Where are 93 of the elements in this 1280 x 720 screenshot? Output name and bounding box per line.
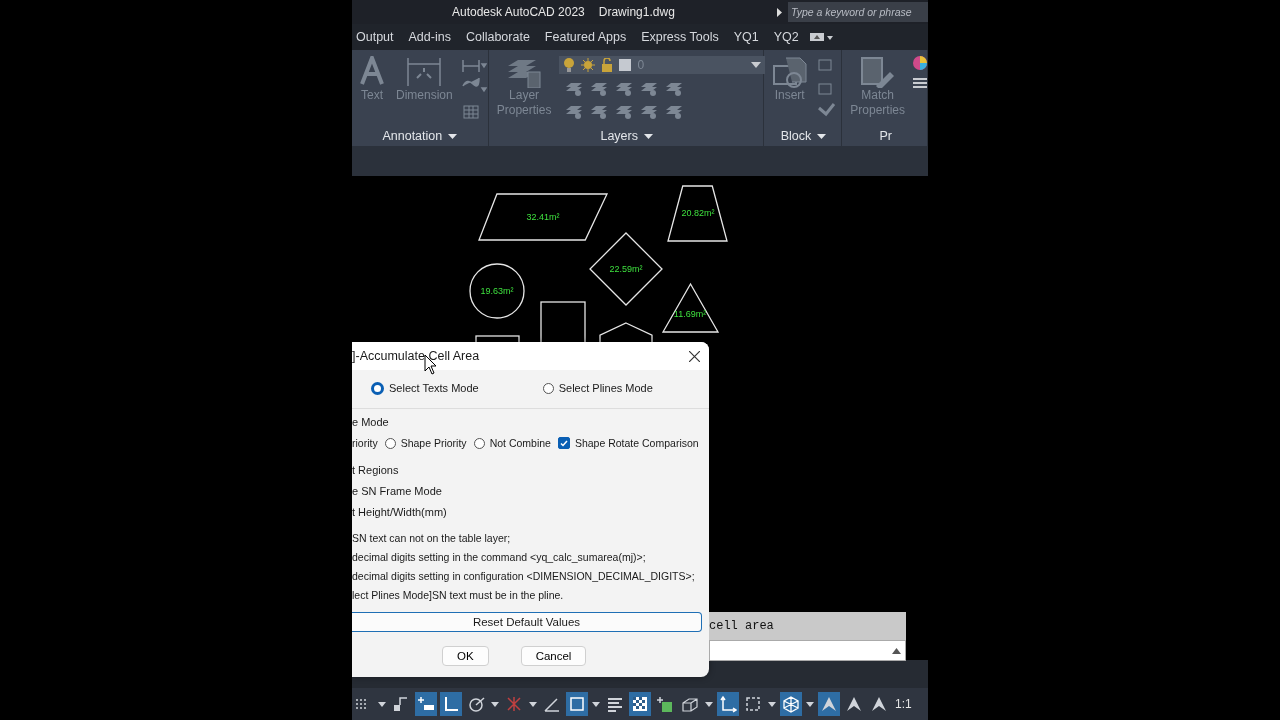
- setting-label: e SN Frame Mode: [352, 483, 443, 499]
- caret-icon: [643, 133, 653, 139]
- expand-icon: [776, 7, 783, 17]
- dashed-box-icon: [744, 695, 762, 713]
- app-title: Autodesk AutoCAD 2023: [452, 5, 585, 19]
- area-label: 11.69m²: [673, 309, 707, 319]
- snap-icon: [392, 695, 410, 713]
- circle-outline: [469, 263, 525, 319]
- lineweight-icon: [606, 695, 624, 713]
- status-toggle[interactable]: [780, 692, 802, 716]
- setting-label: t Regions: [352, 462, 400, 478]
- reset-button[interactable]: Reset Default Values: [352, 612, 702, 632]
- radio-button[interactable]: [384, 437, 396, 449]
- ribbon-tab[interactable]: Featured Apps: [540, 30, 638, 44]
- area-label: 32.41m²: [526, 212, 560, 222]
- mode-radio[interactable]: Select Texts Mode: [371, 381, 479, 395]
- note-text: decimal digits setting in configuration <DIMENSION_DECIMAL_DIGITS>;: [352, 568, 696, 584]
- color-wheel-icon: [913, 56, 927, 70]
- command-input[interactable]: [709, 640, 906, 661]
- bulb-icon: [563, 58, 576, 72]
- combine-radio[interactable]: Shape Priority: [384, 437, 467, 449]
- expand-up-icon: [892, 647, 901, 654]
- sun-icon: [581, 58, 596, 72]
- tool-icon: [358, 56, 386, 88]
- area-label: 19.63m²: [480, 286, 514, 296]
- caret-icon: [768, 701, 776, 707]
- caret-icon: [817, 133, 827, 139]
- caret-icon: [529, 701, 537, 707]
- radio-button[interactable]: [542, 382, 554, 394]
- tool-icon: [405, 56, 444, 88]
- annotation-icon: [870, 695, 888, 713]
- axes-icon: [719, 695, 737, 713]
- option-label: riority: [352, 437, 378, 449]
- note-text: decimal digits setting in the command <yq_calc_sumarea(mj)>;: [352, 549, 647, 565]
- ribbon-tab[interactable]: Express Tools: [637, 30, 730, 44]
- caret-icon: [491, 701, 499, 707]
- ribbon-tab[interactable]: Output: [352, 30, 405, 44]
- note-text: SN text can not on the table layer;: [352, 530, 512, 546]
- search-field[interactable]: Type a keyword or phrase: [788, 2, 928, 22]
- status-toggle[interactable]: [440, 692, 462, 716]
- ortho-icon: [442, 695, 460, 713]
- caret-icon: [592, 701, 600, 707]
- caret-icon: [806, 701, 814, 707]
- trapezoid-outline: [667, 185, 728, 242]
- status-toggle[interactable]: [566, 692, 588, 716]
- note-text: lect Plines Mode]SN text must be in the pline.: [352, 587, 565, 603]
- ribbon-tab[interactable]: Collaborate: [461, 30, 541, 44]
- area-label: 22.59m²: [609, 264, 643, 274]
- angle-icon: [543, 695, 561, 713]
- selection-icon: [656, 695, 674, 713]
- option-checkbox[interactable]: Shape Rotate Comparison: [557, 437, 699, 449]
- status-toggle[interactable]: [717, 692, 739, 716]
- triangle-outline: [661, 282, 720, 333]
- caret-icon: [705, 701, 713, 707]
- status-toggle[interactable]: [818, 692, 840, 716]
- infer-icon: [417, 695, 435, 713]
- radio-button[interactable]: [371, 381, 384, 395]
- dialog-title: ]-Accumulate Cell Area: [352, 349, 481, 363]
- check-icon: [559, 439, 568, 447]
- caret-icon: [378, 701, 386, 707]
- cancel-button[interactable]: Cancel: [520, 646, 587, 666]
- caret-icon: [448, 133, 458, 139]
- document-title: Drawing1.dwg: [598, 5, 675, 19]
- area-label: 20.82m²: [681, 208, 715, 218]
- command-history: cell area: [709, 612, 906, 640]
- ok-button[interactable]: OK: [442, 646, 489, 666]
- annotation-icon: [845, 695, 863, 713]
- caret-icon: [751, 62, 762, 68]
- close-icon: [688, 350, 700, 362]
- gizmo-icon: [782, 695, 800, 713]
- status-toggle[interactable]: [415, 692, 437, 716]
- square-icon: [568, 695, 586, 713]
- combine-radio[interactable]: Not Combine: [473, 437, 551, 449]
- color-swatch-icon: [619, 59, 632, 71]
- panel-toggle-icon: [809, 32, 834, 42]
- group-title: e Mode: [352, 414, 390, 430]
- ribbon-tab[interactable]: YQ2: [769, 30, 810, 44]
- scale-label[interactable]: 1:1: [895, 697, 912, 711]
- lineweight-icon: [913, 78, 927, 88]
- status-toggle[interactable]: [629, 692, 651, 716]
- checkbox[interactable]: [557, 437, 570, 449]
- polar-icon: [467, 695, 485, 713]
- osnap-icon: [505, 695, 523, 713]
- radio-button[interactable]: [473, 437, 485, 449]
- ribbon-tab[interactable]: YQ1: [729, 30, 770, 44]
- cube-icon: [681, 695, 699, 713]
- tool-icon: [771, 56, 808, 88]
- lock-icon: [601, 58, 614, 72]
- setting-label: t Height/Width(mm): [352, 504, 448, 520]
- ribbon-tab[interactable]: Add-ins: [404, 30, 462, 44]
- transparency-icon: [631, 695, 649, 713]
- mode-radio[interactable]: Select Plines Mode: [542, 382, 653, 394]
- annotation-icon: [820, 695, 838, 713]
